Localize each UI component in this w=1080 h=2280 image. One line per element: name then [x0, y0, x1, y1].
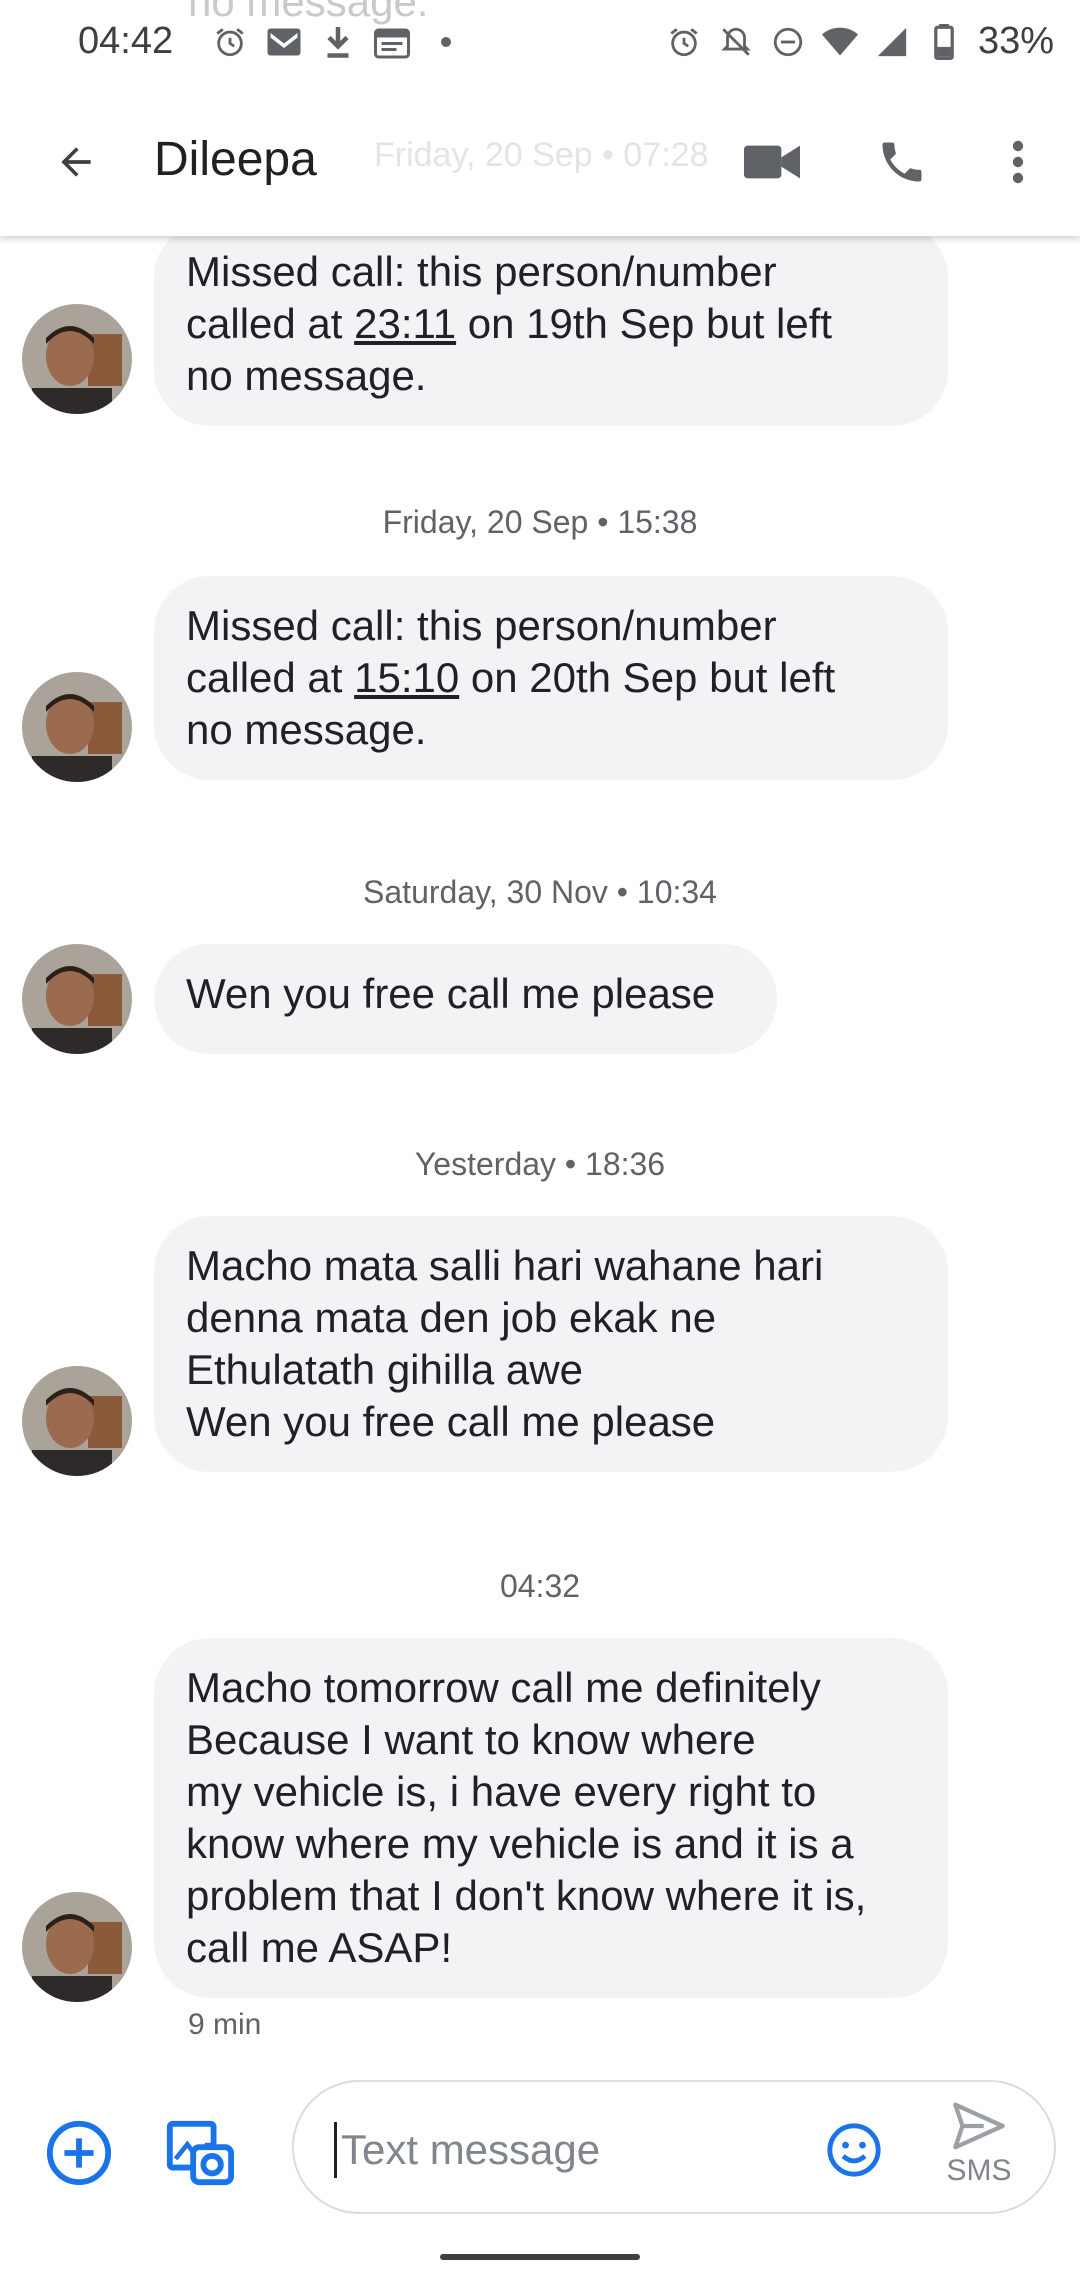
time-link[interactable]: 15:10: [354, 654, 459, 701]
avatar[interactable]: [22, 672, 132, 782]
gallery-icon: [166, 2120, 234, 2186]
back-arrow-icon: [61, 147, 91, 177]
message-line: call me ASAP!: [186, 1924, 453, 1971]
more-vert-icon: [1012, 140, 1024, 184]
conversation[interactable]: no message. Missed call: this person/num…: [0, 0, 1080, 2080]
dot-icon: [428, 22, 464, 62]
status-right-icons: 33%: [666, 20, 1054, 63]
message-bubble[interactable]: Wen you free call me please: [154, 944, 777, 1054]
faded-date-header: Friday, 20 Sep • 07:28: [374, 136, 709, 174]
phone-call-button[interactable]: [866, 126, 938, 198]
download-icon: [320, 22, 356, 62]
message-timestamp: 9 min: [188, 2008, 262, 2041]
battery-icon: [926, 22, 962, 62]
message-line: Ethulatath gihilla awe: [186, 1346, 583, 1393]
date-divider: Friday, 20 Sep • 15:38: [382, 504, 698, 540]
message-line: Wen you free call me please: [186, 970, 716, 1017]
app-bar: Dileepa Friday, 20 Sep • 07:28: [0, 84, 1080, 236]
alarm-icon: [212, 22, 248, 62]
date-divider: 04:32: [499, 1568, 581, 1604]
message-line: Missed call: this person/number: [186, 248, 777, 295]
emoji-icon: [827, 2123, 881, 2177]
message-bubble[interactable]: Macho tomorrow call me definitely Becaus…: [154, 1638, 948, 1998]
message-line: called at 15:10 on 20th Sep but left: [186, 654, 836, 701]
message-line: know where my vehicle is and it is a: [186, 1820, 854, 1867]
video-call-icon: [744, 145, 800, 179]
send-button[interactable]: SMS: [934, 2100, 1024, 2200]
more-options-button[interactable]: [990, 126, 1046, 198]
message-line: Macho mata salli hari wahane hari: [186, 1242, 824, 1289]
scrolled-message-text: no message.: [188, 0, 429, 25]
avatar[interactable]: [22, 304, 132, 414]
message-line: Because I want to know where: [186, 1716, 756, 1763]
compose-bar: SMS: [0, 2060, 1080, 2230]
video-call-button[interactable]: [736, 126, 808, 198]
message-bubble[interactable]: Macho mata salli hari wahane hari denna …: [154, 1216, 948, 1472]
message-line: Macho tomorrow call me definitely: [186, 1664, 821, 1711]
message-line: Missed call: this person/number: [186, 602, 777, 649]
avatar[interactable]: [22, 1892, 132, 2002]
calendar-icon: [374, 22, 410, 62]
signal-icon: [874, 22, 910, 62]
date-divider: Saturday, 30 Nov • 10:34: [363, 874, 717, 910]
message-line: no message.: [186, 706, 427, 753]
do-not-disturb-icon: [770, 22, 806, 62]
wifi-icon: [821, 22, 858, 62]
navigation-handle[interactable]: [440, 2254, 640, 2260]
phone-call-icon: [882, 142, 922, 182]
add-circle-icon: [46, 2120, 112, 2186]
status-time: 04:42: [78, 20, 174, 62]
message-line: Wen you free call me please: [186, 1398, 716, 1445]
emoji-button[interactable]: [824, 2120, 884, 2180]
message-line: my vehicle is, i have every right to: [186, 1768, 817, 1815]
message-bubble[interactable]: Missed call: this person/number called a…: [154, 576, 948, 780]
message-input[interactable]: [334, 2122, 814, 2178]
gmail-icon: [266, 22, 302, 62]
message-line: no message.: [186, 352, 427, 399]
back-button[interactable]: [40, 130, 112, 194]
message-line: called at 23:11 on 19th Sep but left: [186, 300, 833, 347]
message-input-container: SMS: [292, 2080, 1056, 2214]
alarm-icon: [666, 22, 702, 62]
status-bar: 04:42 33%: [0, 0, 1080, 84]
message-line: problem that I don't know where it is,: [186, 1872, 867, 1919]
send-label: SMS: [946, 2154, 1012, 2187]
notifications-off-icon: [718, 22, 754, 62]
status-left-icons: [212, 22, 464, 62]
time-link[interactable]: 23:11: [354, 300, 456, 347]
contact-name[interactable]: Dileepa: [154, 132, 317, 187]
gallery-button[interactable]: [160, 2114, 238, 2192]
avatar[interactable]: [22, 944, 132, 1054]
avatar[interactable]: [22, 1366, 132, 1476]
send-icon: [953, 2102, 1005, 2150]
battery-percent: 33%: [977, 20, 1054, 62]
message-line: denna mata den job ekak ne: [186, 1294, 717, 1341]
add-attachment-button[interactable]: [40, 2114, 118, 2192]
date-divider: Yesterday • 18:36: [414, 1146, 666, 1182]
message-bubble[interactable]: Missed call: this person/number called a…: [154, 222, 948, 426]
